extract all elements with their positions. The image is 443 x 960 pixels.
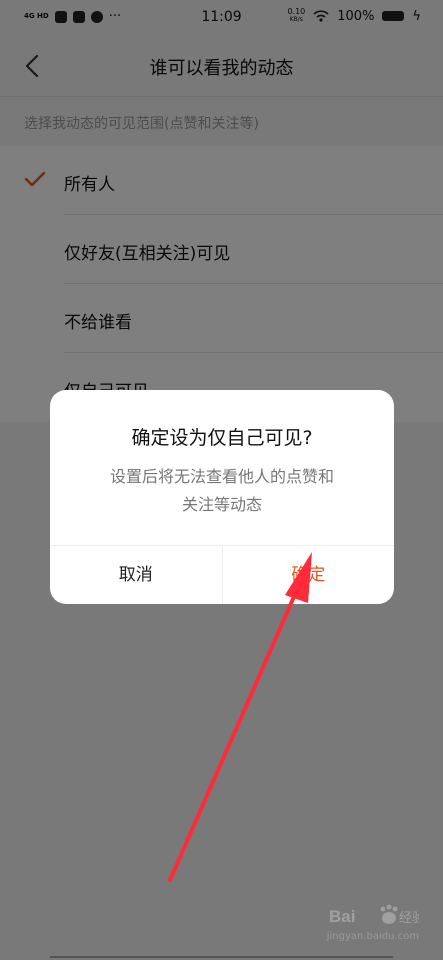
dialog-actions: 取消 确定 [50,545,394,604]
watermark-url: jingyan.baidu.com [326,931,419,942]
confirm-button[interactable]: 确定 [223,546,395,604]
baidu-watermark: Bai 经验 jingyan.baidu.com [326,903,425,942]
dialog-message: 设置后将无法查看他人的点赞和 关注等动态 [70,463,374,519]
svg-text:经验: 经验 [399,910,419,926]
cancel-button[interactable]: 取消 [50,546,223,604]
confirm-dialog: 确定设为仅自己可见? 设置后将无法查看他人的点赞和 关注等动态 取消 确定 [50,390,394,604]
dialog-title: 确定设为仅自己可见? [131,427,313,449]
gesture-bar [50,956,393,958]
svg-text:Bai: Bai [329,907,355,926]
dialog-message-line: 关注等动态 [181,495,262,514]
dialog-message-line: 设置后将无法查看他人的点赞和 [109,467,334,486]
baidu-logo: Bai 经验 [329,904,425,926]
